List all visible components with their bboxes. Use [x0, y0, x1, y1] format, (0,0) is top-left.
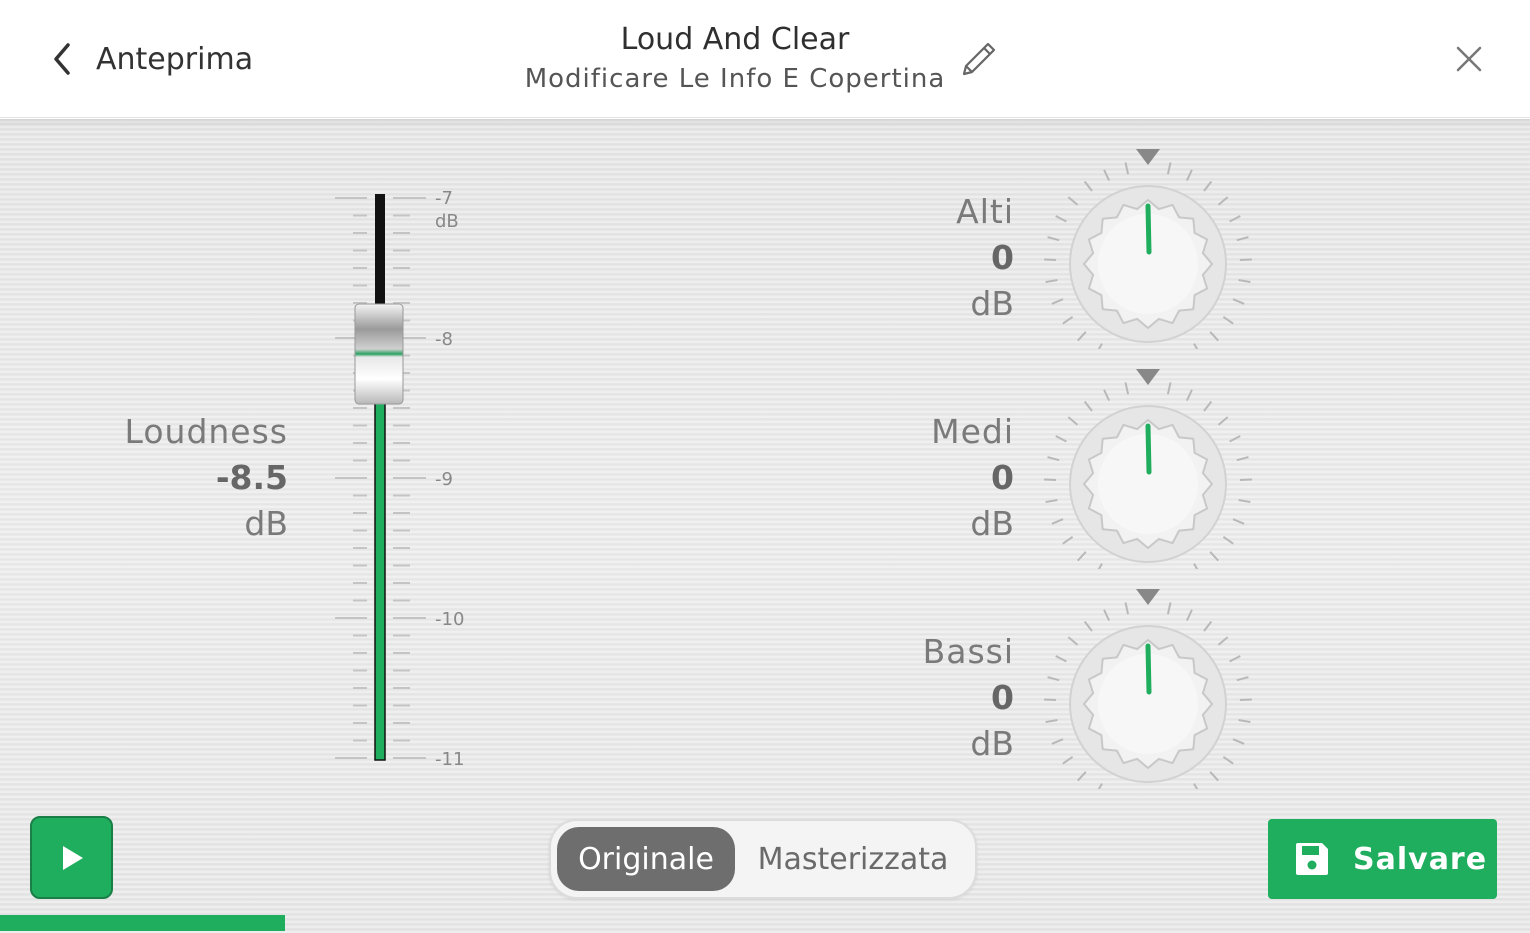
title-area[interactable]: Loud And Clear Modificare Le Info E Cope… — [460, 20, 1010, 98]
knob-value: 0 — [991, 238, 1014, 277]
knob-unit: dB — [970, 284, 1014, 323]
mastering-panel: Loudness -8.5 dB -7 dB -8 -9 -10 -11 Alt… — [0, 119, 1530, 933]
toggle-original[interactable]: Originale — [557, 827, 735, 891]
playback-progress[interactable] — [0, 915, 285, 931]
pencil-icon[interactable] — [956, 38, 1000, 82]
knob-dial[interactable] — [1040, 569, 1260, 789]
knob-alti: Alti 0 dB — [0, 149, 1530, 409]
knob-value: 0 — [991, 678, 1014, 717]
floppy-disk-icon — [1296, 843, 1328, 875]
save-button[interactable]: Salvare — [1268, 819, 1497, 899]
edit-info-link[interactable]: Modificare Le Info E Copertina — [460, 60, 1010, 98]
knob-value: 0 — [991, 458, 1014, 497]
toggle-mastered[interactable]: Masterizzata — [737, 827, 969, 891]
close-icon[interactable] — [1450, 40, 1488, 78]
back-button[interactable]: Anteprima — [48, 36, 253, 82]
top-bar: Anteprima Loud And Clear Modificare Le I… — [0, 0, 1530, 118]
knob-bassi: Bassi 0 dB — [0, 589, 1530, 849]
play-button[interactable] — [30, 816, 113, 899]
knob-unit: dB — [970, 504, 1014, 543]
play-icon — [62, 845, 83, 870]
knob-name: Alti — [956, 192, 1014, 231]
knob-dial[interactable] — [1040, 349, 1260, 569]
knob-dial[interactable] — [1040, 129, 1260, 349]
save-label: Salvare — [1353, 841, 1488, 877]
version-toggle: Originale Masterizzata — [549, 819, 977, 899]
back-label: Anteprima — [96, 41, 254, 77]
track-title: Loud And Clear — [620, 22, 850, 57]
chevron-left-icon — [54, 43, 70, 75]
knob-name: Bassi — [922, 632, 1014, 671]
knob-medi: Medi 0 dB — [0, 369, 1530, 629]
knob-name: Medi — [931, 412, 1014, 451]
knob-unit: dB — [970, 724, 1014, 763]
